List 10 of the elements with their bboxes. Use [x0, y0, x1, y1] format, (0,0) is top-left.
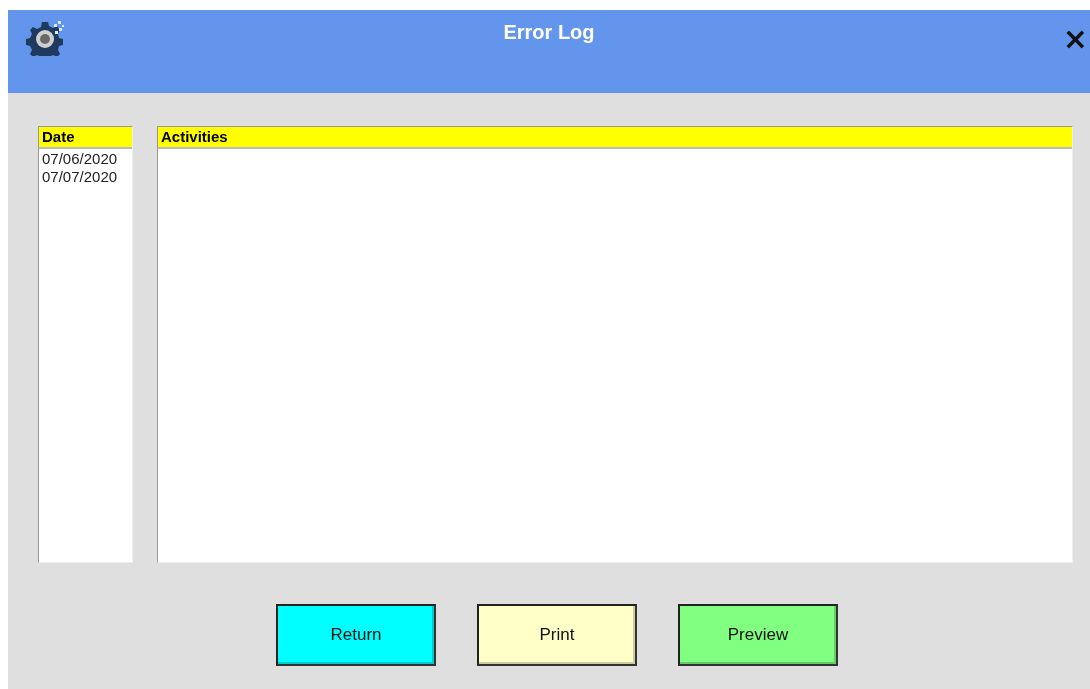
- action-button[interactable]: Return: [276, 604, 436, 666]
- date-item[interactable]: 07/06/2020: [39, 150, 132, 168]
- gear-icon: [26, 18, 66, 56]
- close-button[interactable]: ×: [1060, 24, 1090, 54]
- column-header: Date: [39, 127, 132, 149]
- action-button[interactable]: Print: [477, 604, 637, 666]
- window-title: Error Log: [503, 21, 595, 43]
- column-header: Activities: [158, 127, 1072, 149]
- action-button[interactable]: Preview: [678, 604, 838, 666]
- date-item[interactable]: 07/07/2020: [39, 168, 132, 186]
